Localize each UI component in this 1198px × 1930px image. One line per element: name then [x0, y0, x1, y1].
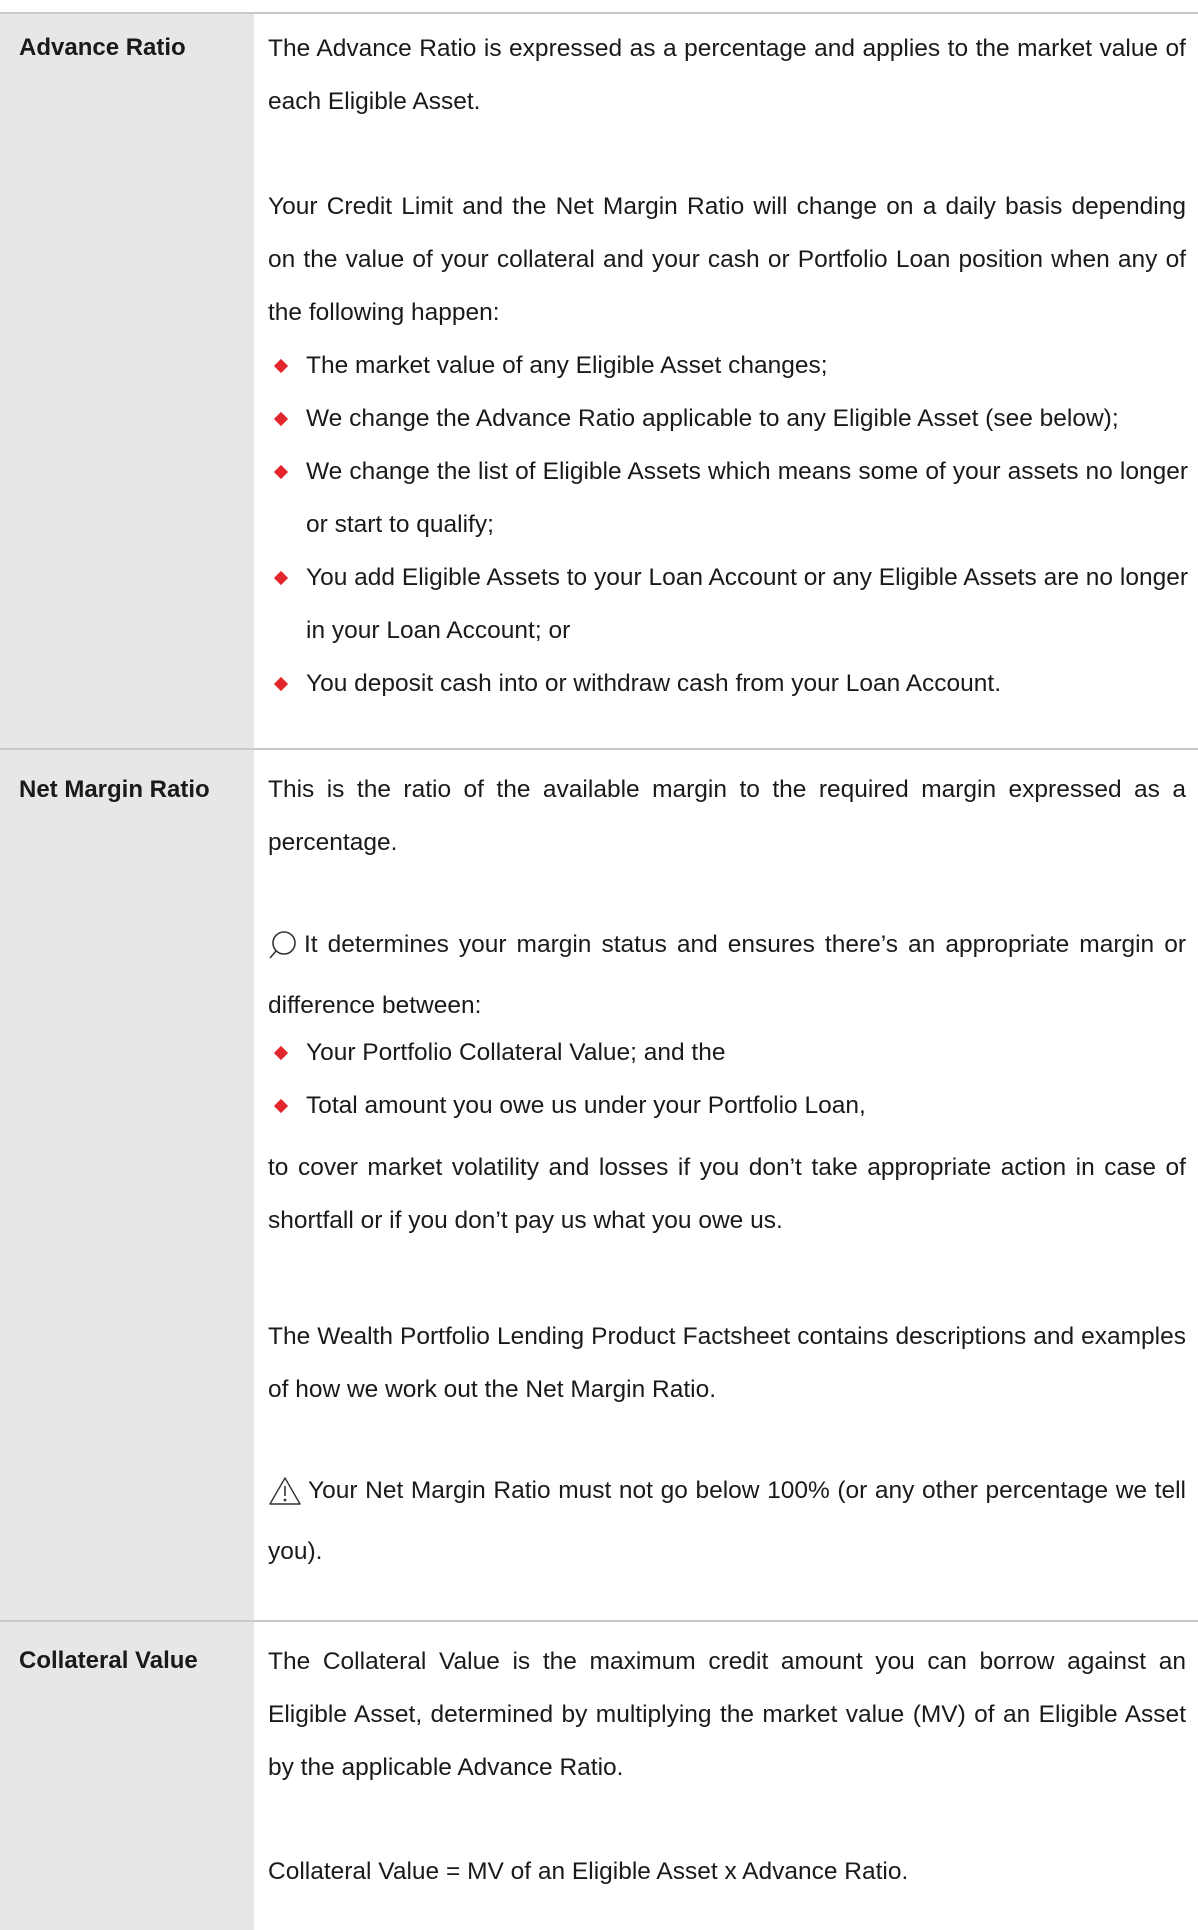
term-advance-ratio: Advance Ratio	[19, 34, 186, 61]
diamond-bullet-icon	[273, 464, 289, 480]
definitions-table: Advance Ratio The Advance Ratio is expre…	[0, 0, 1198, 1930]
list-item: You deposit cash into or withdraw cash f…	[268, 657, 1188, 710]
net-margin-ratio-factsheet: The Wealth Portfolio Lending Product Fac…	[268, 1323, 1186, 1403]
advance-ratio-bullet-list: The market value of any Eligible Asset c…	[268, 339, 1188, 710]
diamond-bullet-icon	[273, 676, 289, 692]
net-margin-ratio-purpose: It determines your margin status and ens…	[268, 918, 1186, 1032]
diamond-bullet-icon	[273, 1045, 289, 1061]
list-item: Total amount you owe us under your Portf…	[268, 1079, 1188, 1132]
collateral-value-formula: Collateral Value = MV of an Eligible Ass…	[268, 1858, 909, 1885]
diamond-bullet-icon	[273, 411, 289, 427]
diamond-bullet-icon	[273, 570, 289, 586]
label-column-net-margin-ratio	[0, 750, 254, 1620]
advance-ratio-definition: The Advance Ratio is expressed as a perc…	[268, 35, 1186, 115]
magnifier-icon	[268, 926, 298, 979]
collateral-value-definition: The Collateral Value is the maximum cred…	[268, 1648, 1186, 1781]
warning-icon	[268, 1472, 302, 1525]
term-collateral-value: Collateral Value	[19, 1647, 198, 1674]
list-item: We change the list of Eligible Assets wh…	[268, 445, 1188, 551]
net-margin-ratio-bullet-list: Your Portfolio Collateral Value; and the…	[268, 1026, 1188, 1132]
net-margin-ratio-warning: Your Net Margin Ratio must not go below …	[268, 1464, 1186, 1578]
net-margin-ratio-cover: to cover market volatility and losses if…	[268, 1154, 1186, 1234]
label-column-advance-ratio	[0, 14, 254, 748]
row-divider	[0, 12, 1198, 14]
net-margin-ratio-definition: This is the ratio of the available margi…	[268, 776, 1186, 856]
diamond-bullet-icon	[273, 358, 289, 374]
list-item: You add Eligible Assets to your Loan Acc…	[268, 551, 1188, 657]
term-net-margin-ratio: Net Margin Ratio	[19, 776, 210, 803]
list-item: We change the Advance Ratio applicable t…	[268, 392, 1188, 445]
row-divider	[0, 748, 1198, 750]
list-item: The market value of any Eligible Asset c…	[268, 339, 1188, 392]
advance-ratio-change-intro: Your Credit Limit and the Net Margin Rat…	[268, 193, 1186, 326]
diamond-bullet-icon	[273, 1098, 289, 1114]
row-divider	[0, 1620, 1198, 1622]
list-item: Your Portfolio Collateral Value; and the	[268, 1026, 1188, 1079]
